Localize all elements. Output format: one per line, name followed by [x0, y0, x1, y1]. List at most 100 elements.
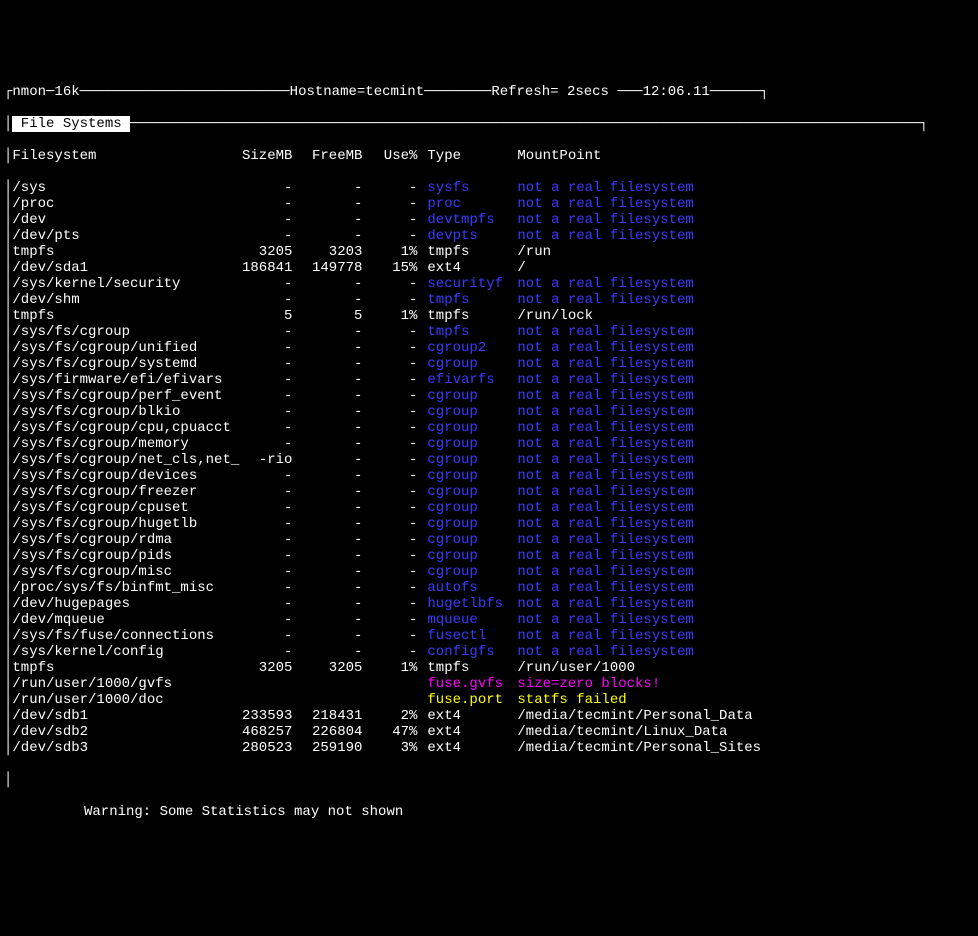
cell-free: - — [292, 468, 362, 484]
cell-type: tmpfs — [427, 292, 517, 308]
cell-use: - — [362, 500, 417, 516]
cell-size: -rio — [222, 452, 292, 468]
cell-type: cgroup — [427, 516, 517, 532]
cell-type: ext4 — [427, 708, 517, 724]
cell-free: - — [292, 372, 362, 388]
cell-mount: not a real filesystem — [517, 180, 693, 196]
cell-size: - — [222, 628, 292, 644]
table-row: │/dev/sdb12335932184312% ext4/media/tecm… — [4, 708, 974, 724]
cell-use: - — [362, 388, 417, 404]
cell-size: - — [222, 404, 292, 420]
cell-size: - — [222, 324, 292, 340]
table-row: │/sys/fs/cgroup/blkio--- cgroupnot a rea… — [4, 404, 974, 420]
cell-use: - — [362, 644, 417, 660]
cell-use: - — [362, 404, 417, 420]
cell-filesystem: /sys/fs/cgroup/memory — [12, 436, 222, 452]
cell-mount: not a real filesystem — [517, 532, 693, 548]
cell-use: - — [362, 516, 417, 532]
cell-type: cgroup — [427, 564, 517, 580]
cell-free: - — [292, 516, 362, 532]
cell-free: - — [292, 436, 362, 452]
table-row: │/dev/sda118684114977815% ext4/ — [4, 260, 974, 276]
cell-filesystem: tmpfs — [12, 244, 222, 260]
col-filesystem: Filesystem — [12, 148, 222, 164]
table-row: │/sys/fs/cgroup/systemd--- cgroupnot a r… — [4, 356, 974, 372]
cell-type: cgroup — [427, 548, 517, 564]
cell-type: mqueue — [427, 612, 517, 628]
cell-filesystem: /sys/fs/cgroup/misc — [12, 564, 222, 580]
cell-use: - — [362, 420, 417, 436]
cell-use: - — [362, 564, 417, 580]
section-title: File Systems — [12, 116, 130, 132]
cell-use: 1% — [362, 308, 417, 324]
cell-mount: /run — [517, 244, 551, 260]
cell-use: 3% — [362, 740, 417, 756]
col-usepct: Use% — [362, 148, 417, 164]
table-row: │tmpfs320532031% tmpfs/run — [4, 244, 974, 260]
cell-use: - — [362, 180, 417, 196]
col-mountpoint: MountPoint — [517, 148, 601, 164]
cell-free: - — [292, 404, 362, 420]
cell-type: cgroup — [427, 452, 517, 468]
cell-size: - — [222, 484, 292, 500]
cell-mount: not a real filesystem — [517, 500, 693, 516]
table-row: │/sys/fs/cgroup/freezer--- cgroupnot a r… — [4, 484, 974, 500]
cell-mount: statfs failed — [517, 692, 626, 708]
table-row: │/sys/fs/cgroup/devices--- cgroupnot a r… — [4, 468, 974, 484]
cell-free: - — [292, 532, 362, 548]
cell-filesystem: /sys/fs/cgroup/freezer — [12, 484, 222, 500]
cell-type: cgroup — [427, 388, 517, 404]
cell-size: 233593 — [222, 708, 292, 724]
cell-free: - — [292, 196, 362, 212]
cell-size: - — [222, 196, 292, 212]
cell-free: 3203 — [292, 244, 362, 260]
cell-use: - — [362, 356, 417, 372]
cell-free: - — [292, 612, 362, 628]
cell-mount: not a real filesystem — [517, 580, 693, 596]
cell-type: cgroup — [427, 468, 517, 484]
hostname-label: Hostname= — [290, 84, 366, 100]
cell-free: - — [292, 356, 362, 372]
table-row: │/sys/fs/cgroup/perf_event--- cgroupnot … — [4, 388, 974, 404]
cell-use: - — [362, 580, 417, 596]
cell-size: - — [222, 532, 292, 548]
table-row: │/dev/sdb246825722680447% ext4/media/tec… — [4, 724, 974, 740]
cell-use: 47% — [362, 724, 417, 740]
cell-type: tmpfs — [427, 660, 517, 676]
cell-size: - — [222, 292, 292, 308]
table-row: │/sys--- sysfsnot a real filesystem — [4, 180, 974, 196]
cell-type: devpts — [427, 228, 517, 244]
cell-free: - — [292, 580, 362, 596]
cell-use: - — [362, 628, 417, 644]
cell-type: hugetlbfs — [427, 596, 517, 612]
cell-size: - — [222, 228, 292, 244]
cell-free: - — [292, 644, 362, 660]
cell-filesystem: /sys/fs/fuse/connections — [12, 628, 222, 644]
cell-free: - — [292, 212, 362, 228]
cell-free: - — [292, 596, 362, 612]
warning-line: Warning: Some Statistics may not shown — [4, 804, 974, 820]
cell-free: - — [292, 292, 362, 308]
col-type: Type — [427, 148, 517, 164]
hostname-value: tecmint — [365, 84, 424, 100]
time-value: 12:06.11 — [643, 84, 710, 100]
cell-filesystem: /sys/kernel/config — [12, 644, 222, 660]
cell-type: cgroup — [427, 420, 517, 436]
cell-mount: /run/user/1000 — [517, 660, 635, 676]
table-row: │tmpfs320532051% tmpfs/run/user/1000 — [4, 660, 974, 676]
cell-mount: not a real filesystem — [517, 420, 693, 436]
cell-filesystem: /sys — [12, 180, 222, 196]
cell-use: - — [362, 196, 417, 212]
cell-use: - — [362, 548, 417, 564]
table-row: │/sys/fs/cgroup/cpuset--- cgroupnot a re… — [4, 500, 974, 516]
cell-filesystem: /dev/mqueue — [12, 612, 222, 628]
cell-mount: not a real filesystem — [517, 564, 693, 580]
cell-size: - — [222, 356, 292, 372]
cell-use: - — [362, 276, 417, 292]
cell-size: - — [222, 340, 292, 356]
cell-mount: not a real filesystem — [517, 644, 693, 660]
cell-size: 280523 — [222, 740, 292, 756]
cell-size: - — [222, 580, 292, 596]
cell-filesystem: /dev/hugepages — [12, 596, 222, 612]
cell-mount: not a real filesystem — [517, 404, 693, 420]
